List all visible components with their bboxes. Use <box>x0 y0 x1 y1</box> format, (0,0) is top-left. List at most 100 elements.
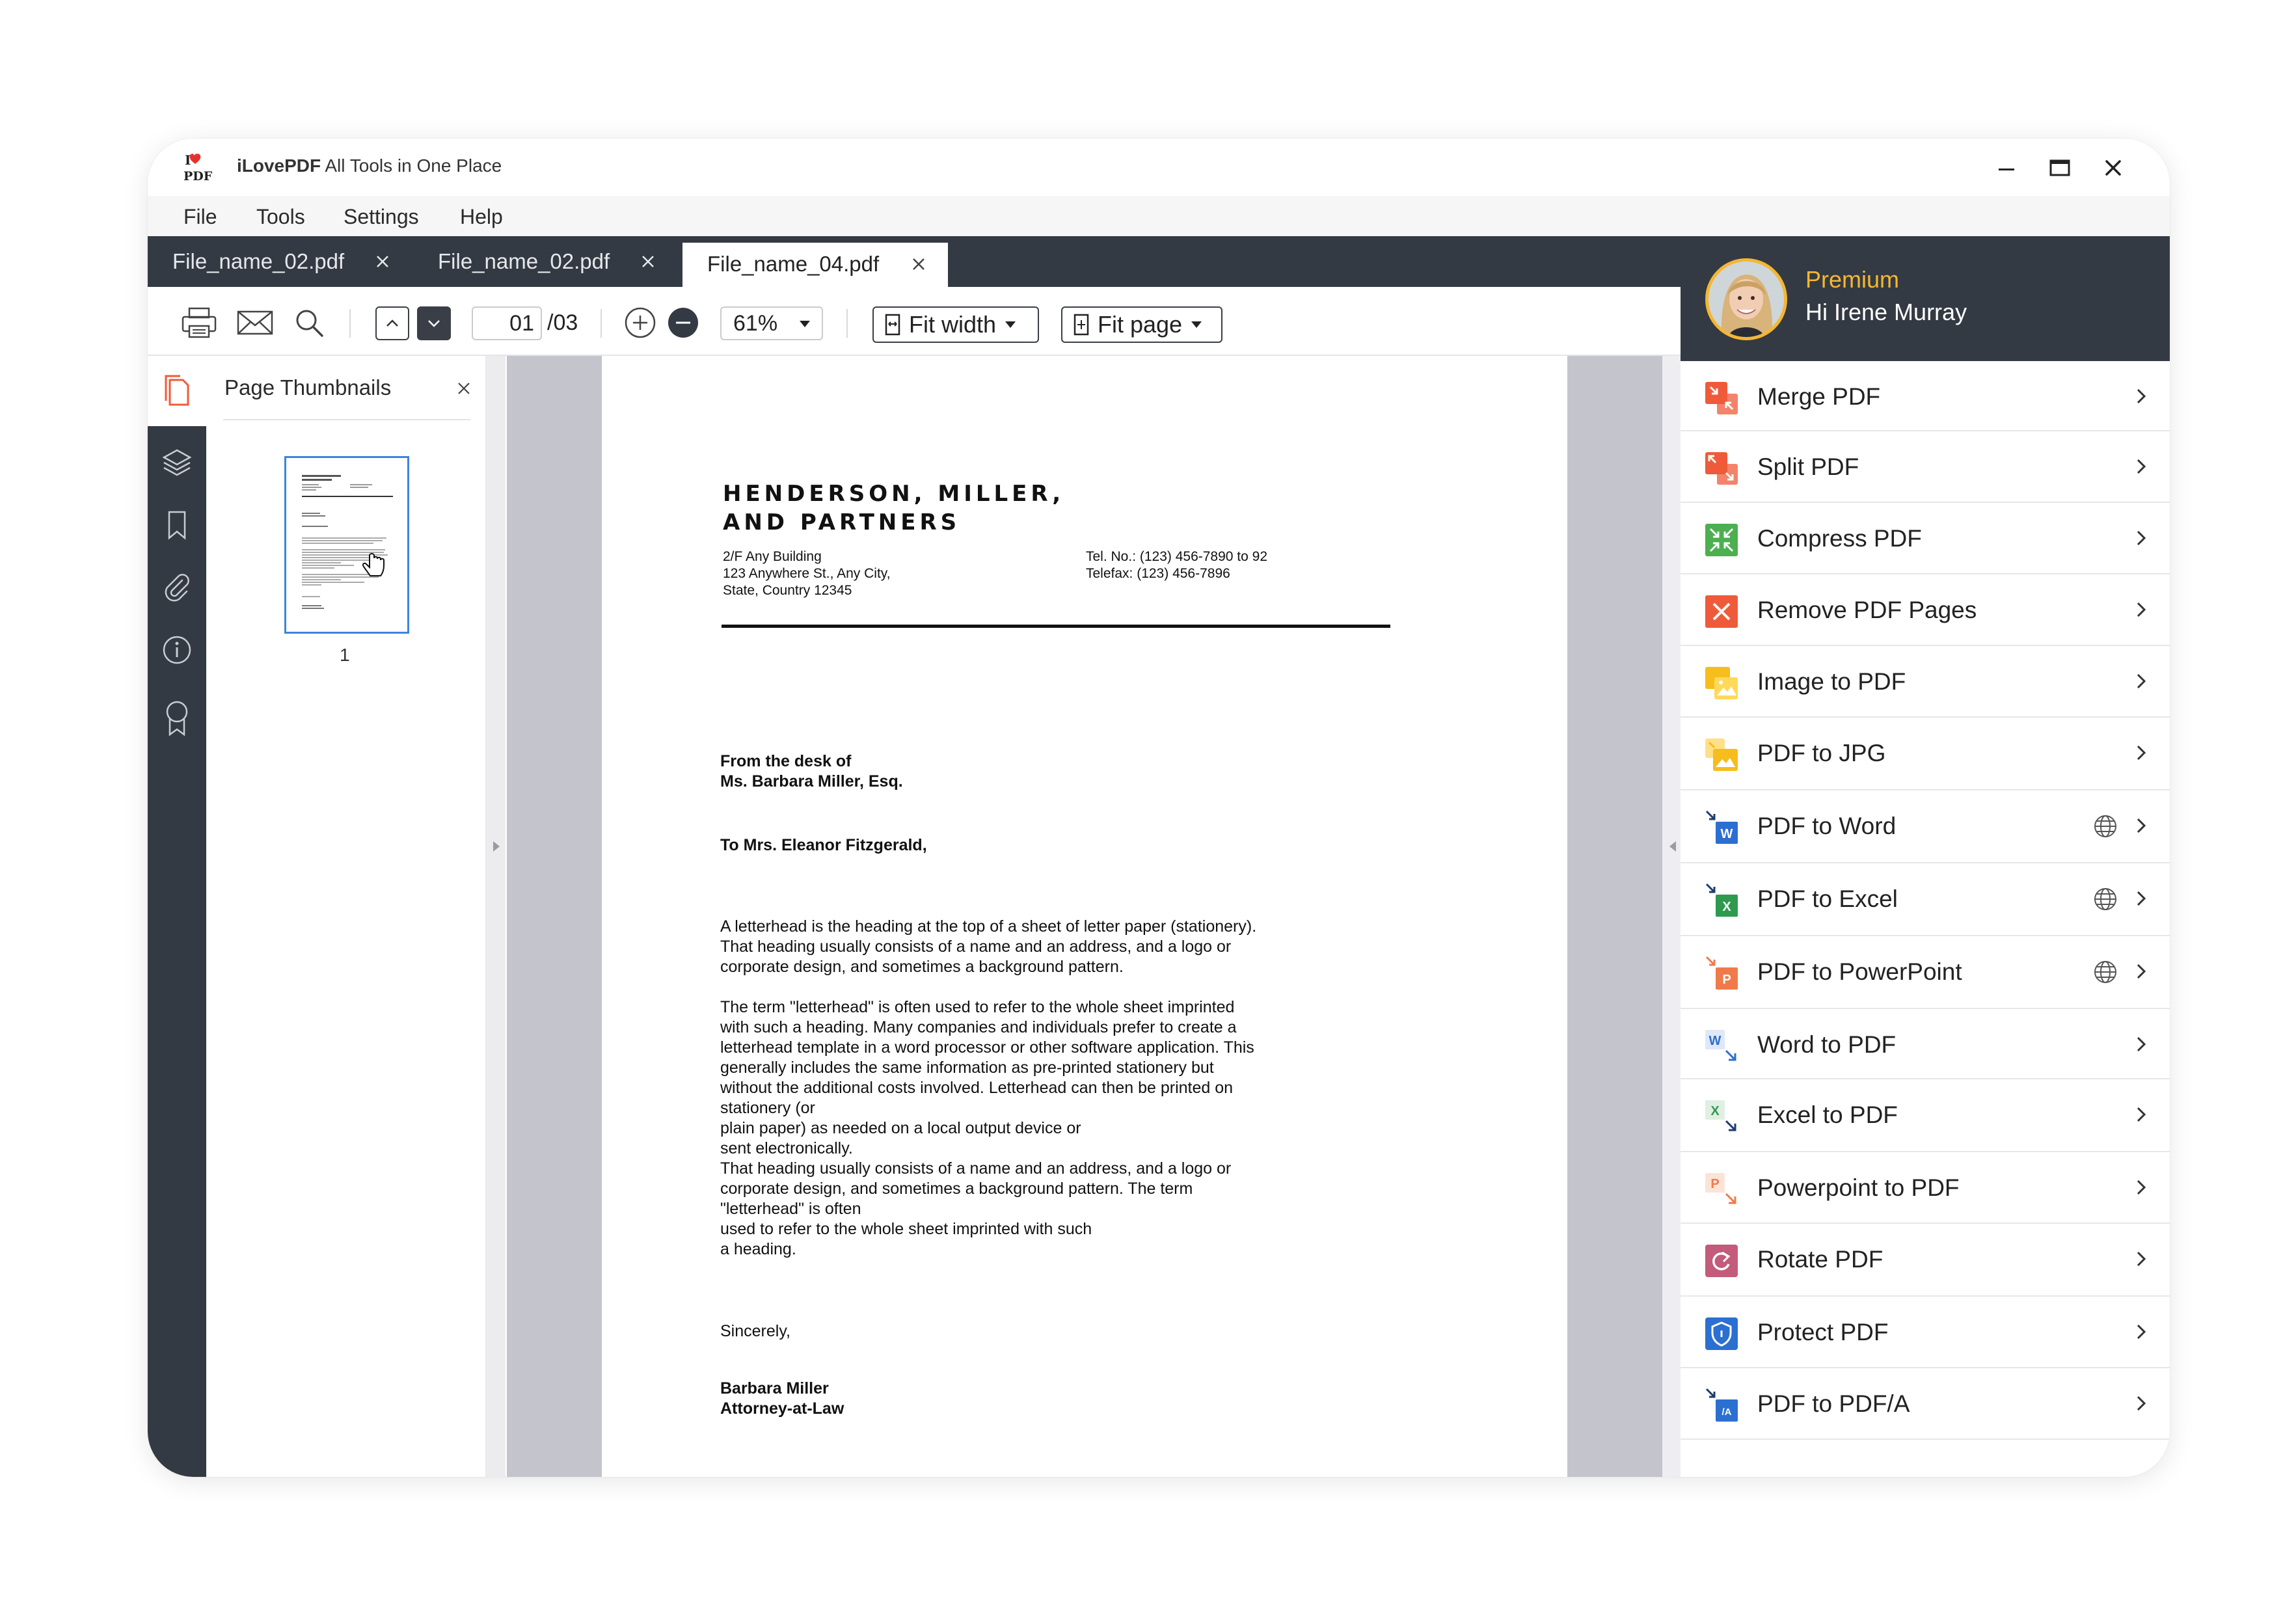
menu-help[interactable]: Help <box>460 205 503 229</box>
svg-text:/A: /A <box>1722 1407 1732 1418</box>
toolbar-separator <box>349 309 351 338</box>
tab-file-1[interactable]: File_name_02.pdf <box>148 236 411 287</box>
collapse-left-icon[interactable] <box>491 840 502 853</box>
right-panel-splitter[interactable] <box>1662 356 1681 1477</box>
minimize-button[interactable] <box>1992 153 2021 183</box>
powerpoint-to-pdf-icon: P <box>1703 1170 1740 1208</box>
tab-file-3[interactable]: File_name_04.pdf <box>682 243 948 287</box>
award-icon <box>166 701 188 736</box>
caret-down-icon <box>800 321 810 327</box>
tool-item-remove-pdf-pages[interactable]: Remove PDF Pages <box>1681 574 2170 646</box>
tool-label: Remove PDF Pages <box>1757 597 1977 623</box>
svg-text:PDF: PDF <box>183 169 213 183</box>
fit-width-button[interactable]: Fit width <box>872 306 1039 343</box>
pages-tab[interactable] <box>148 356 206 426</box>
menu-bar: File Tools Settings Help <box>148 196 2170 236</box>
info-tab[interactable] <box>160 633 194 667</box>
toolbar-separator <box>846 309 848 338</box>
search-button[interactable] <box>292 306 326 339</box>
pdfa-icon: /A <box>1703 1386 1740 1424</box>
avatar[interactable] <box>1705 258 1787 340</box>
zoom-out-button[interactable] <box>666 306 701 339</box>
close-icon[interactable] <box>638 252 658 271</box>
zoom-in-button[interactable] <box>623 306 658 339</box>
pages-icon <box>165 375 189 406</box>
tool-item-powerpoint-to-pdf[interactable]: P Powerpoint to PDF <box>1681 1152 2170 1224</box>
tool-item-split-pdf[interactable]: Split PDF <box>1681 431 2170 503</box>
close-thumbnails-button[interactable] <box>452 377 476 400</box>
tool-item-pdf-to-excel[interactable]: X PDF to Excel <box>1681 863 2170 936</box>
globe-icon <box>2093 960 2118 984</box>
maximize-icon <box>2049 159 2070 176</box>
tool-item-compress-pdf[interactable]: Compress PDF <box>1681 503 2170 574</box>
tool-item-image-to-pdf[interactable]: Image to PDF <box>1681 646 2170 718</box>
tab-label: File_name_04.pdf <box>707 252 880 276</box>
letterhead-contact: Tel. No.: (123) 456-7890 to 92 Telefax: … <box>1086 549 1268 581</box>
thumbnail-preview <box>302 475 393 609</box>
caret-down-icon <box>1005 321 1016 328</box>
tool-item-pdf-to-word[interactable]: W PDF to Word <box>1681 790 2170 863</box>
word-to-pdf-icon: W <box>1703 1027 1740 1065</box>
merge-icon <box>1703 379 1740 417</box>
chevron-right-icon <box>2132 887 2150 910</box>
tab-file-2[interactable]: File_name_02.pdf <box>413 236 677 287</box>
zoom-select[interactable]: 61% <box>720 306 823 340</box>
tool-label: PDF to Word <box>1757 813 1897 839</box>
window-title: iLovePDF All Tools in One Place <box>237 155 502 176</box>
tool-label: PDF to JPG <box>1757 740 1886 766</box>
previous-page-button[interactable] <box>375 306 409 340</box>
search-icon <box>296 310 323 337</box>
collapse-right-icon[interactable] <box>1668 840 1678 853</box>
tool-label: Split PDF <box>1757 453 1859 480</box>
chevron-right-icon <box>2132 1320 2150 1344</box>
chevron-right-icon <box>2132 1033 2150 1056</box>
chevron-right-icon <box>2132 598 2150 621</box>
toolbar: 01 /03 61% Fit width Fit page <box>148 287 1681 356</box>
layers-tab[interactable] <box>160 446 194 479</box>
letter-from: From the desk of Ms. Barbara Miller, Esq… <box>720 752 903 790</box>
menu-settings[interactable]: Settings <box>344 205 419 229</box>
tool-item-rotate-pdf[interactable]: Rotate PDF <box>1681 1224 2170 1297</box>
menu-tools[interactable]: Tools <box>256 205 305 229</box>
email-button[interactable] <box>235 306 275 339</box>
print-button[interactable] <box>179 306 219 339</box>
fit-page-button[interactable]: Fit page <box>1061 306 1222 343</box>
thumbnails-title: Page Thumbnails <box>224 375 392 399</box>
thumbnail-page-number: 1 <box>340 645 350 665</box>
letter-paragraph-2: The term "letterhead" is often used to r… <box>720 998 1254 1157</box>
page-number-input[interactable]: 01 <box>472 306 542 340</box>
tool-item-word-to-pdf[interactable]: W Word to PDF <box>1681 1009 2170 1079</box>
pdf-page: HENDERSON, MILLER, AND PARTNERS 2/F Any … <box>602 356 1567 1477</box>
close-window-button[interactable] <box>2098 153 2128 183</box>
certificate-tab[interactable] <box>160 698 194 738</box>
letter-paragraph-1: A letterhead is the heading at the top o… <box>720 917 1257 976</box>
next-page-button[interactable] <box>417 306 451 340</box>
letter-closing: Sincerely, <box>720 1322 790 1340</box>
rotate-icon <box>1703 1242 1740 1280</box>
tool-item-pdf-to-jpg[interactable]: PDF to JPG <box>1681 718 2170 790</box>
left-panel-splitter[interactable] <box>486 356 506 1477</box>
tool-label: PDF to PowerPoint <box>1757 958 1962 985</box>
tool-item-merge-pdf[interactable]: Merge PDF <box>1681 361 2170 431</box>
tool-label: PDF to PDF/A <box>1757 1390 1910 1417</box>
info-icon <box>163 636 191 664</box>
tool-label: Merge PDF <box>1757 383 1881 410</box>
tool-item-pdf-to-powerpoint[interactable]: P PDF to PowerPoint <box>1681 936 2170 1009</box>
close-icon[interactable] <box>373 252 392 271</box>
menu-file[interactable]: File <box>183 205 217 229</box>
svg-text:I: I <box>185 152 191 168</box>
app-window: I PDF iLovePDF All Tools in One Place Fi… <box>148 139 2170 1477</box>
page-thumbnail[interactable] <box>284 456 409 634</box>
attachments-tab[interactable] <box>160 571 194 604</box>
globe-icon <box>2093 814 2118 839</box>
bookmarks-tab[interactable] <box>160 508 194 542</box>
ilovepdf-logo-icon: I PDF <box>183 152 217 183</box>
tool-item-pdf-to-pdf-a[interactable]: /A PDF to PDF/A <box>1681 1368 2170 1440</box>
divider <box>223 419 470 420</box>
tool-item-protect-pdf[interactable]: Protect PDF <box>1681 1297 2170 1368</box>
maximize-button[interactable] <box>2045 153 2075 183</box>
tool-item-excel-to-pdf[interactable]: X Excel to PDF <box>1681 1079 2170 1152</box>
close-icon[interactable] <box>909 254 928 274</box>
close-icon <box>458 383 470 394</box>
chevron-right-icon <box>2132 741 2150 764</box>
